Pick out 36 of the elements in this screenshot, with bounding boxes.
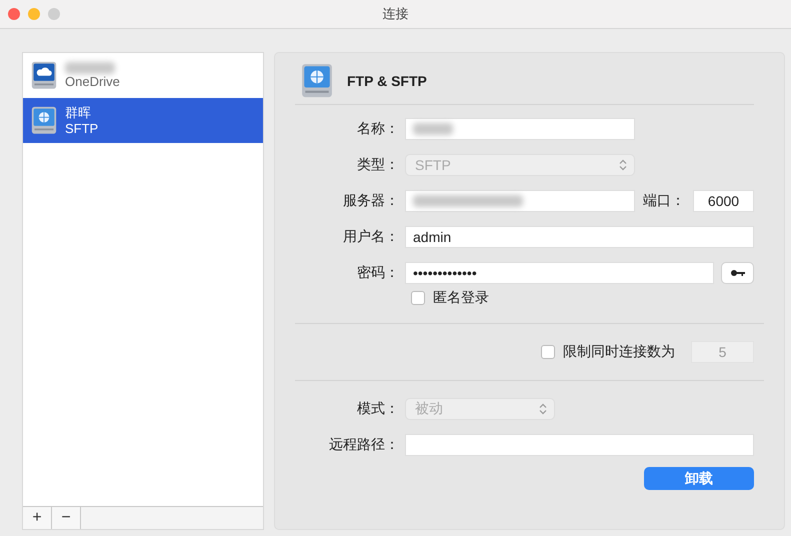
- checkbox[interactable]: [411, 291, 425, 306]
- chevron-up-down-icon: [539, 403, 547, 416]
- item-name: 群晖: [65, 104, 92, 120]
- checkbox-label: 匿名登录: [433, 289, 489, 308]
- text-field[interactable]: admin: [405, 226, 754, 248]
- sidebar-item[interactable]: OneDrive: [23, 53, 263, 98]
- key-button[interactable]: [721, 262, 754, 284]
- field-label: 用户名：: [342, 228, 400, 246]
- sidebar-item[interactable]: 群晖 SFTP: [23, 98, 263, 143]
- field-label: 远程路径：: [328, 436, 400, 454]
- text-field[interactable]: [405, 434, 754, 456]
- server-field[interactable]: [405, 190, 635, 212]
- panel-title: FTP & SFTP: [347, 72, 427, 89]
- minimize-button[interactable]: [28, 8, 40, 20]
- checkbox-label: 限制同时连接数为: [563, 343, 675, 362]
- window-title: 连接: [382, 5, 408, 23]
- checkbox[interactable]: [541, 345, 555, 360]
- unmount-button[interactable]: 卸载: [644, 467, 754, 490]
- port-label: 端口：: [643, 192, 685, 210]
- text-field[interactable]: [405, 118, 635, 140]
- field-label: 服务器：: [342, 192, 400, 210]
- globe-drive-icon: [31, 106, 57, 135]
- cloud-drive-icon: [31, 61, 57, 90]
- field-label: 名称：: [356, 120, 400, 138]
- field-label: 模式：: [356, 400, 400, 418]
- password-field[interactable]: •••••••••••••: [405, 262, 714, 284]
- field-label: 密码：: [356, 264, 400, 282]
- close-button[interactable]: [8, 8, 20, 20]
- item-type: OneDrive: [65, 74, 120, 90]
- globe-drive-icon: [301, 63, 333, 98]
- chevron-up-down-icon: [619, 159, 627, 172]
- item-type: SFTP: [65, 120, 98, 136]
- field-label: 类型：: [356, 156, 400, 174]
- zoom-button[interactable]: [48, 8, 60, 20]
- port-field[interactable]: 6000: [693, 190, 754, 212]
- key-icon: [730, 269, 746, 278]
